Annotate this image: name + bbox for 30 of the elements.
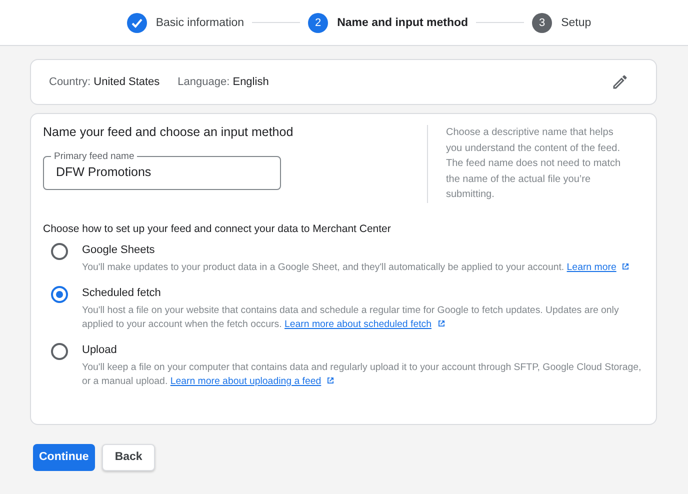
radio-button[interactable] (51, 342, 68, 360)
method-description: You'll make updates to your product data in a Google Sheet, and they'll automatically be applied to your account. Learn more (82, 260, 630, 274)
back-button[interactable]: Back (102, 444, 156, 470)
continue-button[interactable]: Continue (33, 444, 95, 470)
feed-name-input[interactable]: DFW Promotions (56, 164, 268, 180)
edit-icon[interactable] (611, 73, 629, 91)
learn-more-link[interactable]: Learn more about scheduled fetch (284, 318, 432, 330)
step-number: 2 (308, 12, 328, 32)
method-description: You'll keep a file on your computer that contains data and regularly upload it to your account through SFTP, Google Cloud Storage, or a manual upload. Learn more about uploading a feed (82, 360, 642, 388)
learn-more-link[interactable]: Learn more (566, 262, 616, 272)
help-text: Choose a descriptive name that helps you understand the content of the feed. The feed name does not need to match the name of the actual file you’re submitting. (427, 125, 632, 202)
learn-more-link[interactable]: Learn more about uploading a feed (170, 376, 322, 386)
summary-text: Country: United States (49, 76, 160, 88)
external-link-icon (436, 318, 446, 328)
summary-text: Language: English (178, 76, 269, 88)
step-label[interactable]: Setup (561, 16, 592, 28)
radio-button[interactable] (51, 286, 68, 302)
step-label[interactable]: Basic information (156, 16, 244, 28)
external-link-icon (621, 262, 630, 270)
form-title: Name your feed and choose an input method (43, 125, 294, 139)
feed-name-field[interactable]: Primary feed name DFW Promotions (43, 151, 281, 190)
external-link-icon (326, 376, 336, 384)
methods-title: Choose how to set up your feed and connect your data to Merchant Center (43, 222, 392, 234)
method-label: Google Sheets (82, 244, 156, 256)
step-number: 3 (532, 12, 552, 32)
method-label: Scheduled fetch (82, 286, 162, 298)
radio-button[interactable] (51, 242, 68, 260)
step-label[interactable]: Name and input method (337, 16, 468, 28)
method-description: You'll host a file on your website that contains data and schedule a regular time for Google to fetch updates. Updates are only applied to your account when the fetch occurs. Learn more about scheduled fetch (82, 304, 620, 332)
method-label: Upload (82, 344, 118, 356)
